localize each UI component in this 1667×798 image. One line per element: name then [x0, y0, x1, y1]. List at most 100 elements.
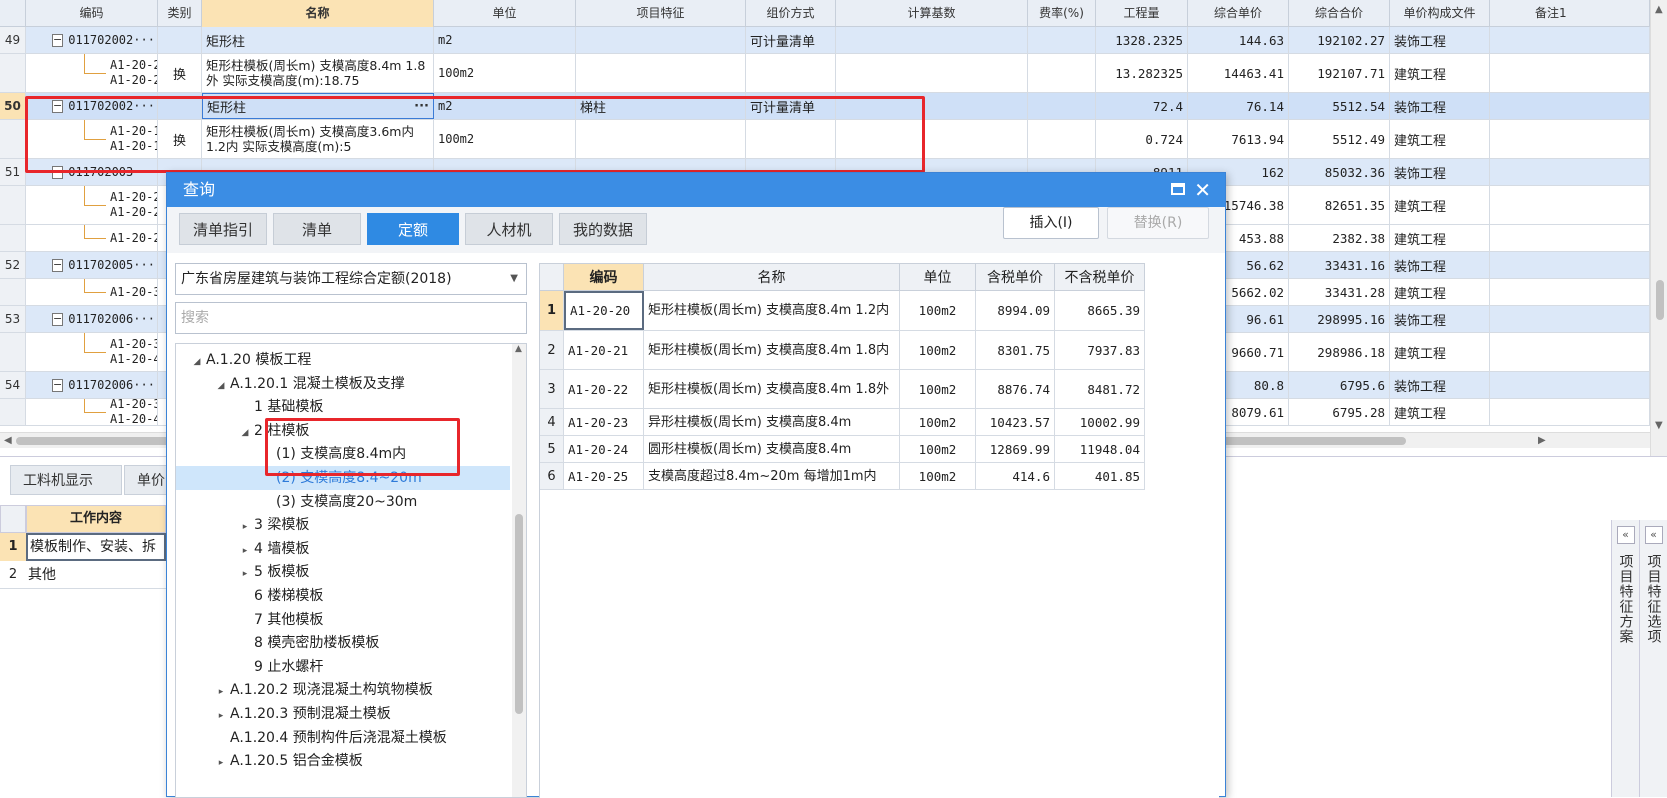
result-header-name[interactable]: 名称	[644, 263, 900, 291]
row-number[interactable]: 52	[0, 252, 26, 278]
scroll-up-icon[interactable]: ▲	[1655, 4, 1663, 15]
scroll-right-icon[interactable]: ▶	[1538, 435, 1546, 446]
header-type[interactable]: 类别	[158, 0, 202, 27]
total-price-cell[interactable]: 6795.28	[1289, 399, 1390, 425]
quantity-cell[interactable]: 13.282325	[1096, 54, 1188, 92]
result-tax-cell[interactable]: 12869.99	[976, 436, 1055, 462]
method-cell[interactable]: 可计量清单	[746, 27, 836, 53]
tree-node[interactable]: 7 其他模板	[176, 608, 510, 632]
result-code-cell[interactable]: A1-20-24	[564, 436, 644, 462]
method-cell[interactable]	[746, 54, 836, 92]
tree-node[interactable]: (3) 支模高度20~30m	[176, 490, 510, 514]
row-number[interactable]	[0, 225, 26, 251]
remark-cell[interactable]	[1490, 225, 1650, 251]
chevron-down-icon[interactable]: ▼	[510, 264, 518, 294]
result-code-cell[interactable]: A1-20-21	[564, 331, 644, 369]
header-unit-price[interactable]: 综合单价	[1188, 0, 1289, 27]
remark-cell[interactable]	[1490, 372, 1650, 398]
code-cell[interactable]: A1-20-33 + A1-20-4···	[26, 399, 158, 425]
collapse-left-icon[interactable]: «	[1644, 526, 1663, 544]
result-notax-cell[interactable]: 10002.99	[1055, 409, 1145, 435]
result-no-cell[interactable]: 4	[540, 409, 564, 435]
code-cell[interactable]: −011702002···	[26, 27, 158, 53]
tree-node[interactable]: 6 楼梯模板	[176, 584, 510, 608]
price-file-cell[interactable]: 建筑工程	[1390, 54, 1490, 92]
tree-node[interactable]: ▸ 3 梁模板	[176, 513, 510, 537]
total-price-cell[interactable]: 85032.36	[1289, 159, 1390, 185]
name-cell[interactable]: 矩形柱模板(周长m) 支模高度8.4m 1.8外 实际支模高度(m):18.75	[202, 54, 434, 92]
result-name-cell[interactable]: 矩形柱模板(周长m) 支模高度8.4m 1.8外	[644, 370, 900, 408]
collapsed-icon[interactable]: ▸	[238, 562, 252, 586]
price-file-cell[interactable]: 装饰工程	[1390, 27, 1490, 53]
result-tax-cell[interactable]: 10423.57	[976, 409, 1055, 435]
code-cell[interactable]: A1-20-14 + A1-20-1···	[26, 120, 158, 158]
rate-cell[interactable]	[1028, 54, 1096, 92]
insert-button[interactable]: 插入(I)	[1003, 207, 1099, 239]
result-name-cell[interactable]: 异形柱模板(周长m) 支模高度8.4m	[644, 409, 900, 435]
replace-button[interactable]: 替换(R)	[1107, 207, 1209, 239]
result-no-cell[interactable]: 3	[540, 370, 564, 408]
tree-node[interactable]: ▸ A.1.20.3 预制混凝土模板	[176, 702, 510, 726]
result-notax-cell[interactable]: 7937.83	[1055, 331, 1145, 369]
tree-node[interactable]: (1) 支模高度8.4m内	[176, 442, 510, 466]
code-cell[interactable]: −011702005···	[26, 252, 158, 278]
total-price-cell[interactable]: 6795.6	[1289, 372, 1390, 398]
code-cell[interactable]: A1-20-23 + A1-20-2···	[26, 186, 158, 224]
row-number[interactable]	[0, 399, 26, 425]
method-cell[interactable]: 可计量清单	[746, 93, 836, 119]
vertical-scrollbar[interactable]: ▲ ▼	[1650, 0, 1667, 456]
base-cell[interactable]	[836, 120, 1028, 158]
feature-cell[interactable]: 梯柱	[576, 93, 746, 119]
quota-item-row[interactable]: A1-20-14 + A1-20-1···换矩形柱模板(周长m) 支模高度3.6…	[0, 120, 1650, 159]
quota-result-row[interactable]: 1 A1-20-20 矩形柱模板(周长m) 支模高度8.4m 1.2内 100m2 89…	[540, 291, 1145, 331]
code-cell[interactable]: A1-20-22 + A1-20-2···	[26, 54, 158, 92]
type-cell[interactable]	[158, 93, 202, 119]
feature-cell[interactable]	[576, 120, 746, 158]
collapse-icon[interactable]: −	[52, 33, 64, 47]
base-cell[interactable]	[836, 93, 1028, 119]
feature-cell[interactable]	[576, 27, 746, 53]
result-unit-cell[interactable]: 100m2	[900, 463, 976, 489]
tree-node[interactable]: A.1.20.4 预制构件后浇混凝土模板	[176, 726, 510, 750]
unit-cell[interactable]: m2	[434, 27, 576, 53]
price-file-cell[interactable]: 装饰工程	[1390, 159, 1490, 185]
tab-bill-guide[interactable]: 清单指引	[179, 213, 267, 245]
tab-quota[interactable]: 定额	[367, 213, 459, 245]
tree-node[interactable]: ▸ 4 墙模板	[176, 537, 510, 561]
expanded-icon[interactable]: ◢	[238, 421, 252, 445]
remark-cell[interactable]	[1490, 279, 1650, 305]
row-number[interactable]	[0, 333, 26, 371]
code-cell[interactable]: −011702003···	[26, 159, 158, 185]
code-cell[interactable]: A1-20-32	[26, 279, 158, 305]
result-unit-cell[interactable]: 100m2	[900, 370, 976, 408]
price-file-cell[interactable]: 装饰工程	[1390, 252, 1490, 278]
row-number[interactable]: 50	[0, 93, 26, 119]
remark-cell[interactable]	[1490, 399, 1650, 425]
header-code[interactable]: 编码	[26, 0, 158, 27]
result-code-cell[interactable]: A1-20-25	[564, 463, 644, 489]
row-number[interactable]	[0, 120, 26, 158]
quota-book-select[interactable]: 广东省房屋建筑与装饰工程综合定额(2018) ▼	[175, 263, 527, 295]
remark-cell[interactable]	[1490, 27, 1650, 53]
scroll-up-icon[interactable]: ▲	[515, 344, 522, 354]
remark-cell[interactable]	[1490, 54, 1650, 92]
result-name-cell[interactable]: 矩形柱模板(周长m) 支模高度8.4m 1.2内	[644, 291, 900, 330]
tree-node[interactable]: ▸ 5 板模板	[176, 560, 510, 584]
unit-price-cell[interactable]: 76.14	[1188, 93, 1289, 119]
dialog-title-bar[interactable]: 查询 ✕	[167, 173, 1225, 207]
header-file[interactable]: 单价构成文件	[1390, 0, 1490, 27]
close-icon[interactable]: ✕	[1194, 173, 1211, 207]
collapsed-icon[interactable]: ▸	[238, 515, 252, 539]
result-notax-cell[interactable]: 8481.72	[1055, 370, 1145, 408]
quota-result-row[interactable]: 2 A1-20-21 矩形柱模板(周长m) 支模高度8.4m 1.8内 100m2 83…	[540, 331, 1145, 370]
result-unit-cell[interactable]: 100m2	[900, 409, 976, 435]
header-total-price[interactable]: 综合合价	[1289, 0, 1390, 27]
unit-cell[interactable]: 100m2	[434, 54, 576, 92]
base-cell[interactable]	[836, 27, 1028, 53]
collapsed-icon[interactable]: ▸	[238, 539, 252, 563]
price-file-cell[interactable]: 建筑工程	[1390, 120, 1490, 158]
result-name-cell[interactable]: 矩形柱模板(周长m) 支模高度8.4m 1.8内	[644, 331, 900, 369]
remark-cell[interactable]	[1490, 333, 1650, 371]
result-header-code[interactable]: 编码	[564, 263, 644, 291]
code-cell[interactable]: −011702006···	[26, 306, 158, 332]
